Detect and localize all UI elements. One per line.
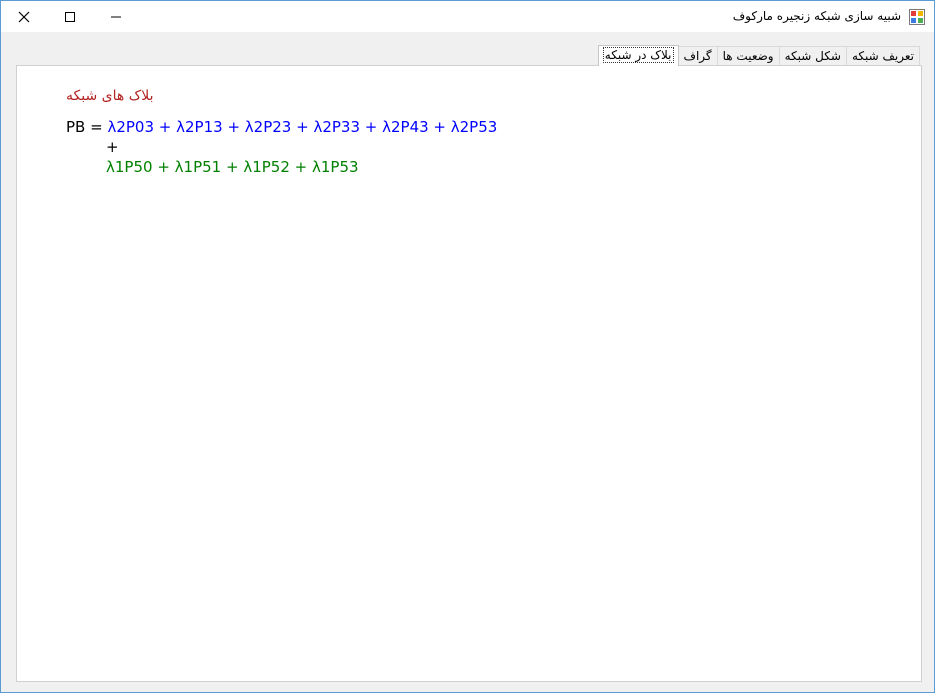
minimize-icon	[111, 16, 121, 17]
close-icon	[18, 11, 30, 22]
title-bar: شبیه سازی شبکه زنجیره مارکوف	[1, 1, 934, 32]
window-title: شبیه سازی شبکه زنجیره مارکوف	[732, 9, 901, 23]
equation-line-1: PB = λ2P03 + λ2P13 + λ2P23 + λ2P33 + λ2P…	[66, 118, 497, 136]
tab-label: گراف	[683, 49, 712, 63]
tab-label: شکل شبکه	[784, 49, 841, 63]
tab-states[interactable]: وضعیت ها	[716, 46, 780, 65]
tab-panel-block: بلاک های شبکه PB = λ2P03 + λ2P13 + λ2P23…	[16, 65, 922, 682]
tab-network-definition[interactable]: تعریف شبکه	[845, 46, 920, 65]
tab-strip: تعریف شبکه شکل شبکه وضعیت ها گراف بلاک د…	[597, 45, 920, 66]
minimize-button[interactable]	[93, 1, 139, 32]
equation-terms-1: λ2P03 + λ2P13 + λ2P23 + λ2P33 + λ2P43 + …	[107, 118, 498, 136]
app-icon	[909, 9, 925, 25]
tab-label: تعریف شبکه	[851, 49, 914, 63]
equation-lhs: PB =	[66, 118, 103, 136]
tab-graph[interactable]: گراف	[677, 46, 718, 65]
equation-terms-2: λ1P50 + λ1P51 + λ1P52 + λ1P53	[106, 158, 359, 176]
panel-heading: بلاک های شبکه	[66, 88, 154, 104]
tab-label: بلاک در شبکه	[602, 47, 674, 63]
tab-block-in-network[interactable]: بلاک در شبکه	[597, 45, 679, 66]
close-button[interactable]	[1, 1, 47, 32]
equation-plus: +	[106, 138, 119, 156]
maximize-button[interactable]	[47, 1, 93, 32]
app-window: شبیه سازی شبکه زنجیره مارکوف تعریف شبکه …	[0, 0, 935, 693]
tab-label: وضعیت ها	[722, 49, 774, 63]
maximize-icon	[65, 11, 75, 22]
tab-network-shape[interactable]: شکل شبکه	[778, 46, 847, 65]
